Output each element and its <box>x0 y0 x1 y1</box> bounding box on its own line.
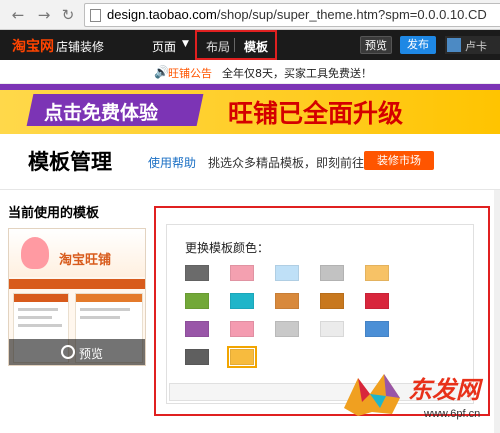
banner-stripe <box>0 84 500 90</box>
color-swatch[interactable] <box>320 293 344 309</box>
page-header: 模板管理 使用帮助 挑选众多精品模板，即刻前往 装修市场 <box>0 134 500 190</box>
color-swatch[interactable] <box>185 349 209 365</box>
thumb-line <box>80 316 120 319</box>
thumb-sidebar-header <box>14 294 68 302</box>
color-swatch[interactable] <box>275 321 299 337</box>
color-swatch[interactable] <box>230 265 254 281</box>
back-icon[interactable]: ← <box>8 5 28 25</box>
notice-text[interactable]: 全年仅8天，买家工具免费送！ <box>222 65 372 81</box>
color-swatch[interactable] <box>365 293 389 309</box>
banner-left-text: 点击免费体验 <box>44 102 159 124</box>
thumb-main-header <box>76 294 142 302</box>
thumb-preview-label: 预览 <box>79 347 104 361</box>
url-text: design.taobao.com/shop/sup/super_theme.h… <box>107 7 487 22</box>
color-swatch[interactable] <box>185 321 209 337</box>
flower-icon <box>21 237 49 269</box>
color-swatch[interactable] <box>185 293 209 309</box>
browser-toolbar: ← → ↻ design.taobao.com/shop/sup/super_t… <box>0 0 500 30</box>
current-template-thumbnail[interactable]: 淘宝旺铺 预览 <box>8 228 146 366</box>
thumb-line <box>80 308 130 311</box>
color-swatch[interactable] <box>320 321 344 337</box>
color-swatch[interactable] <box>230 293 254 309</box>
page-title: 模板管理 <box>28 150 112 174</box>
notice-label[interactable]: 旺铺公告 <box>168 65 212 81</box>
search-icon <box>61 345 75 359</box>
watermark-url: www.6pf.cn <box>424 408 481 420</box>
thumb-brand: 淘宝旺铺 <box>59 253 112 268</box>
page-icon <box>90 9 101 22</box>
color-swatch[interactable] <box>275 265 299 281</box>
address-field[interactable]: design.taobao.com/shop/sup/super_theme.h… <box>84 3 500 27</box>
color-swatch[interactable] <box>365 265 389 281</box>
scrollbar[interactable] <box>494 190 500 433</box>
color-swatch[interactable] <box>230 321 254 337</box>
avatar <box>447 38 461 52</box>
help-link[interactable]: 使用帮助 <box>148 154 196 171</box>
current-template-label: 当前使用的模板 <box>8 206 100 221</box>
url-host: design.taobao.com <box>107 7 217 22</box>
color-swatch[interactable] <box>185 265 209 281</box>
highlight-box-tabs <box>195 30 277 60</box>
color-swatch[interactable] <box>275 293 299 309</box>
color-swatch[interactable] <box>227 346 257 368</box>
notice-bar: 🔊 旺铺公告 全年仅8天，买家工具免费送！ <box>0 60 500 84</box>
forward-icon[interactable]: → <box>34 5 54 25</box>
page-menu[interactable]: 页面 <box>152 38 176 55</box>
color-panel-title: 更换模板颜色： <box>185 241 270 255</box>
taobao-logo[interactable]: 淘宝网 <box>12 36 54 56</box>
url-path: /shop/sup/super_theme.htm?spm=0.0.0.10.C… <box>216 7 487 22</box>
shop-decoration-label: 店铺装修 <box>56 40 105 54</box>
user-name: 卢卡 <box>465 40 487 53</box>
market-hint: 挑选众多精品模板，即刻前往 <box>208 156 365 170</box>
thumb-line <box>18 308 58 311</box>
watermark-brand: 东发网 <box>408 376 480 404</box>
preview-button[interactable]: 预览 <box>360 36 392 54</box>
thumb-nav <box>9 279 145 289</box>
user-menu[interactable]: 卢卡 <box>445 36 500 54</box>
thumb-preview-overlay[interactable]: 预览 <box>9 339 145 365</box>
speaker-icon: 🔊 <box>154 65 169 79</box>
banner-right-text: 旺铺已全面升级 <box>228 99 404 128</box>
color-swatch[interactable] <box>320 265 344 281</box>
decoration-market-button[interactable]: 装修市场 <box>364 151 434 170</box>
chevron-down-icon[interactable]: ▼ <box>182 39 189 49</box>
promo-banner[interactable]: 点击免费体验 旺铺已全面升级 <box>0 84 500 134</box>
watermark-animal-icon <box>344 374 400 416</box>
reload-icon[interactable]: ↻ <box>58 5 78 25</box>
color-swatch[interactable] <box>365 321 389 337</box>
thumb-line <box>18 324 62 327</box>
publish-button[interactable]: 发布 <box>400 36 436 54</box>
thumb-line <box>18 316 52 319</box>
